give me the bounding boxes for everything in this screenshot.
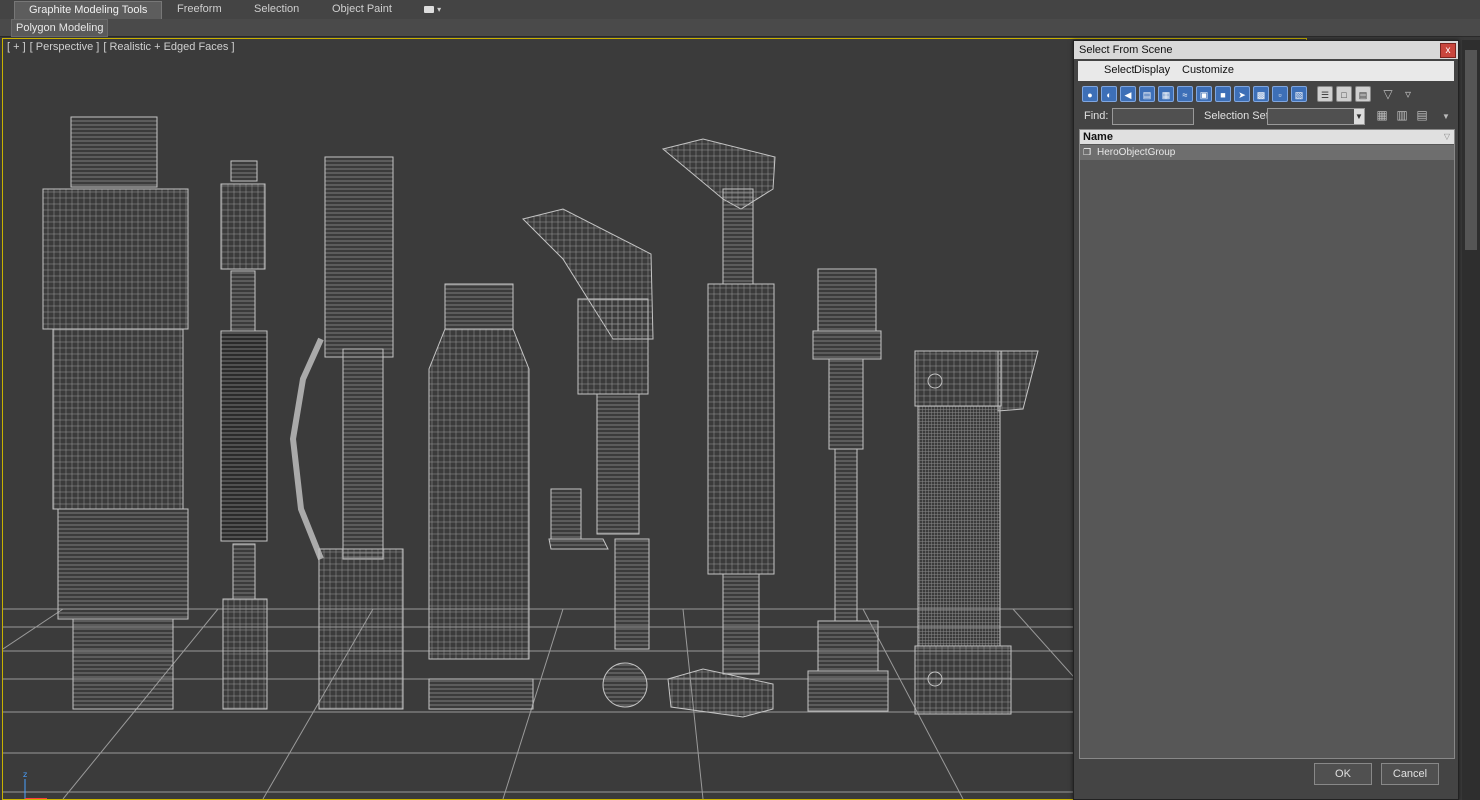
- model-handle-7: [807, 268, 889, 712]
- dropdown-toggle-icon[interactable]: ▾: [424, 1, 441, 18]
- column-header-label: Name: [1083, 131, 1113, 143]
- columns-icon[interactable]: ▤: [1355, 86, 1371, 102]
- axis-gizmo: z: [23, 770, 47, 799]
- advanced-filter-icon[interactable]: ▿: [1400, 86, 1416, 102]
- expand-icon[interactable]: ▼: [1438, 109, 1454, 125]
- create-selection-set-icon[interactable]: ▦: [1374, 107, 1390, 123]
- model-handle-5: [522, 208, 654, 708]
- sort-arrow-icon[interactable]: ▽: [1444, 130, 1450, 144]
- dialog-title-bar[interactable]: Select From Scene x: [1074, 41, 1458, 59]
- filter-groups-icon[interactable]: ▣: [1196, 86, 1212, 102]
- filter-helpers-icon[interactable]: ▦: [1158, 86, 1174, 102]
- ribbon-tab-bar: Graphite Modeling Tools Freeform Selecti…: [0, 0, 1480, 20]
- ok-button[interactable]: OK: [1314, 763, 1372, 785]
- ribbon-panel: Polygon Modeling: [0, 19, 1480, 37]
- model-handle-4: [428, 283, 534, 710]
- filter-none-icon[interactable]: ▫: [1272, 86, 1288, 102]
- model-handle-1: [42, 116, 189, 710]
- model-handle-2: [220, 160, 268, 710]
- tab-selection[interactable]: Selection: [254, 1, 299, 18]
- find-label: Find:: [1084, 110, 1109, 122]
- sort-icon[interactable]: □: [1336, 86, 1352, 102]
- filter-spacewarps-icon[interactable]: ≈: [1177, 86, 1193, 102]
- filter-toolbar: ● ◐ ◀ ▤ ▦ ≈ ▣ ■ ➤ ▩ ▫ ▧ ☰ □ ▤ ▽ ▿: [1078, 83, 1454, 105]
- selection-set-dropdown[interactable]: ▼: [1267, 108, 1365, 125]
- object-list[interactable]: Name ▽ ❐ HeroObjectGroup: [1079, 129, 1455, 759]
- scrollbar-thumb[interactable]: [1465, 50, 1477, 250]
- group-icon: ❐: [1083, 147, 1092, 157]
- menu-customize[interactable]: Customize: [1182, 64, 1234, 76]
- tab-graphite-modeling-tools[interactable]: Graphite Modeling Tools: [14, 1, 163, 19]
- svg-text:z: z: [23, 770, 27, 779]
- filter-shapes-icon[interactable]: ◐: [1101, 86, 1117, 102]
- model-handle-3: [289, 156, 404, 710]
- filter-xrefs-icon[interactable]: ■: [1215, 86, 1231, 102]
- filter-geometry-icon[interactable]: ●: [1082, 86, 1098, 102]
- dialog-menu-bar: Select Display Customize: [1078, 61, 1454, 81]
- find-row: Find: Selection Set: ▼ ▦ ▥ ▤ ▼: [1078, 107, 1454, 127]
- list-item[interactable]: ❐ HeroObjectGroup: [1080, 145, 1454, 160]
- filter-icon[interactable]: ▽: [1380, 86, 1396, 102]
- model-handle-6: [661, 138, 776, 718]
- filter-bones-icon[interactable]: ➤: [1234, 86, 1250, 102]
- menu-select[interactable]: Select: [1104, 64, 1135, 76]
- cancel-button[interactable]: Cancel: [1381, 763, 1439, 785]
- list-item-name: HeroObjectGroup: [1097, 147, 1176, 158]
- list-view-icon[interactable]: ☰: [1317, 86, 1333, 102]
- filter-all-icon[interactable]: ▩: [1253, 86, 1269, 102]
- tab-object-paint[interactable]: Object Paint: [332, 1, 392, 18]
- filter-lights-icon[interactable]: ◀: [1120, 86, 1136, 102]
- name-column-header[interactable]: Name ▽: [1080, 130, 1454, 144]
- polygon-modeling-button[interactable]: Polygon Modeling: [11, 19, 109, 37]
- tab-freeform[interactable]: Freeform: [177, 1, 222, 18]
- right-scrollbar[interactable]: [1462, 40, 1480, 800]
- remove-from-selection-set-icon[interactable]: ▤: [1414, 107, 1430, 123]
- add-to-selection-set-icon[interactable]: ▥: [1394, 107, 1410, 123]
- find-input[interactable]: [1112, 108, 1194, 125]
- dialog-title: Select From Scene: [1079, 44, 1173, 56]
- model-handle-8: [914, 350, 1039, 715]
- menu-display[interactable]: Display: [1134, 64, 1170, 76]
- close-icon[interactable]: x: [1440, 43, 1456, 58]
- chevron-down-icon[interactable]: ▼: [1354, 109, 1364, 124]
- filter-invert-icon[interactable]: ▧: [1291, 86, 1307, 102]
- select-from-scene-dialog: Select From Scene x Select Display Custo…: [1073, 40, 1459, 800]
- filter-cameras-icon[interactable]: ▤: [1139, 86, 1155, 102]
- selection-set-label: Selection Set:: [1204, 110, 1272, 122]
